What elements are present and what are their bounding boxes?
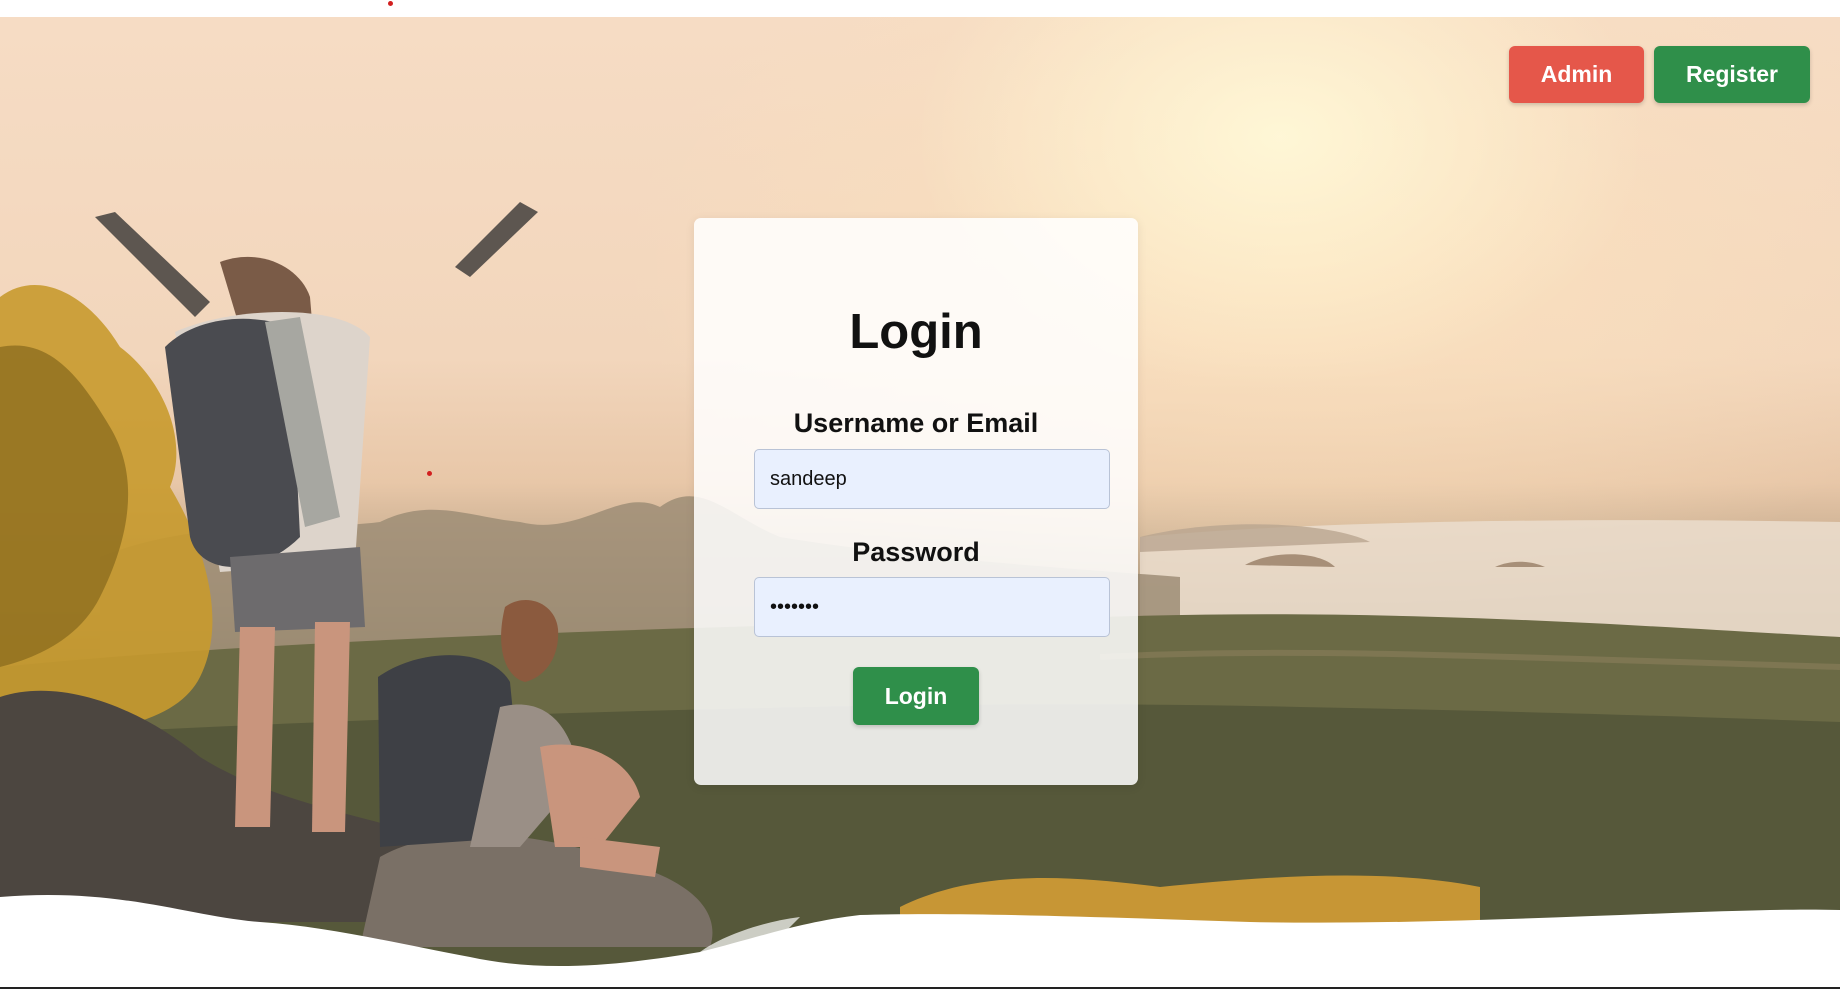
login-card: Login Username or Email Password Login bbox=[694, 218, 1138, 785]
username-label: Username or Email bbox=[793, 408, 1039, 438]
admin-button[interactable]: Admin bbox=[1509, 46, 1644, 103]
red-dot-marker bbox=[388, 1, 393, 6]
password-label: Password bbox=[852, 537, 980, 567]
register-button[interactable]: Register bbox=[1654, 46, 1810, 103]
red-dot-marker bbox=[427, 471, 432, 476]
login-title: Login bbox=[849, 305, 983, 359]
login-submit-button[interactable]: Login bbox=[853, 667, 979, 725]
top-bar bbox=[0, 0, 1840, 17]
header-actions: Admin Register bbox=[1509, 46, 1810, 103]
username-input[interactable] bbox=[754, 449, 1110, 509]
password-input[interactable] bbox=[754, 577, 1110, 637]
